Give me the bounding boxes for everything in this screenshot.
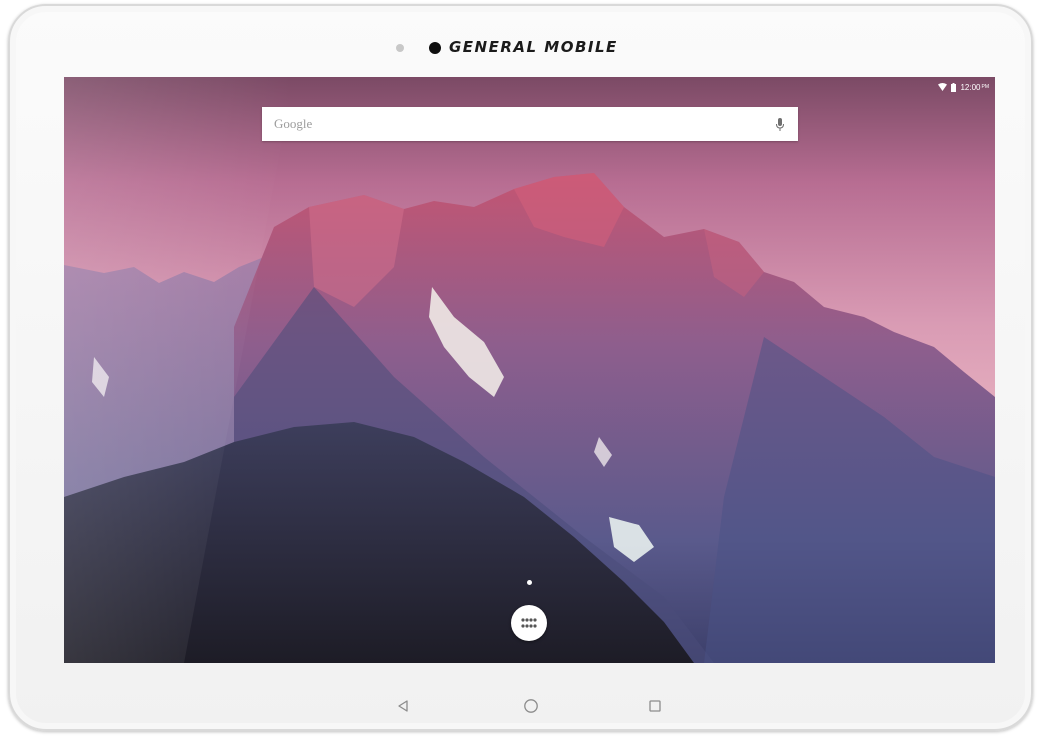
search-label: Google: [274, 116, 313, 131]
home-button[interactable]: [521, 696, 541, 716]
wifi-icon: [938, 83, 948, 91]
app-drawer-button[interactable]: [511, 605, 547, 641]
apps-grid-icon: [521, 617, 537, 628]
home-icon: [524, 699, 538, 713]
front-camera: [429, 42, 441, 54]
recents-button[interactable]: [645, 696, 665, 716]
light-sensor: [396, 44, 404, 52]
back-button[interactable]: [393, 696, 413, 716]
page-indicator: [527, 580, 532, 585]
google-search-bar[interactable]: Google: [262, 107, 798, 141]
battery-icon: [951, 82, 957, 92]
brand-logo: GENERAL MOBILE: [449, 38, 618, 56]
wallpaper-mountains: [64, 77, 995, 663]
home-screen[interactable]: 12:00 PM Google: [64, 77, 995, 663]
status-bar: 12:00 PM: [938, 79, 989, 95]
mic-icon[interactable]: [776, 117, 784, 131]
back-icon: [398, 700, 408, 712]
status-time: 12:00: [960, 82, 981, 92]
status-ampm: PM: [981, 84, 990, 90]
recents-icon: [649, 700, 661, 712]
